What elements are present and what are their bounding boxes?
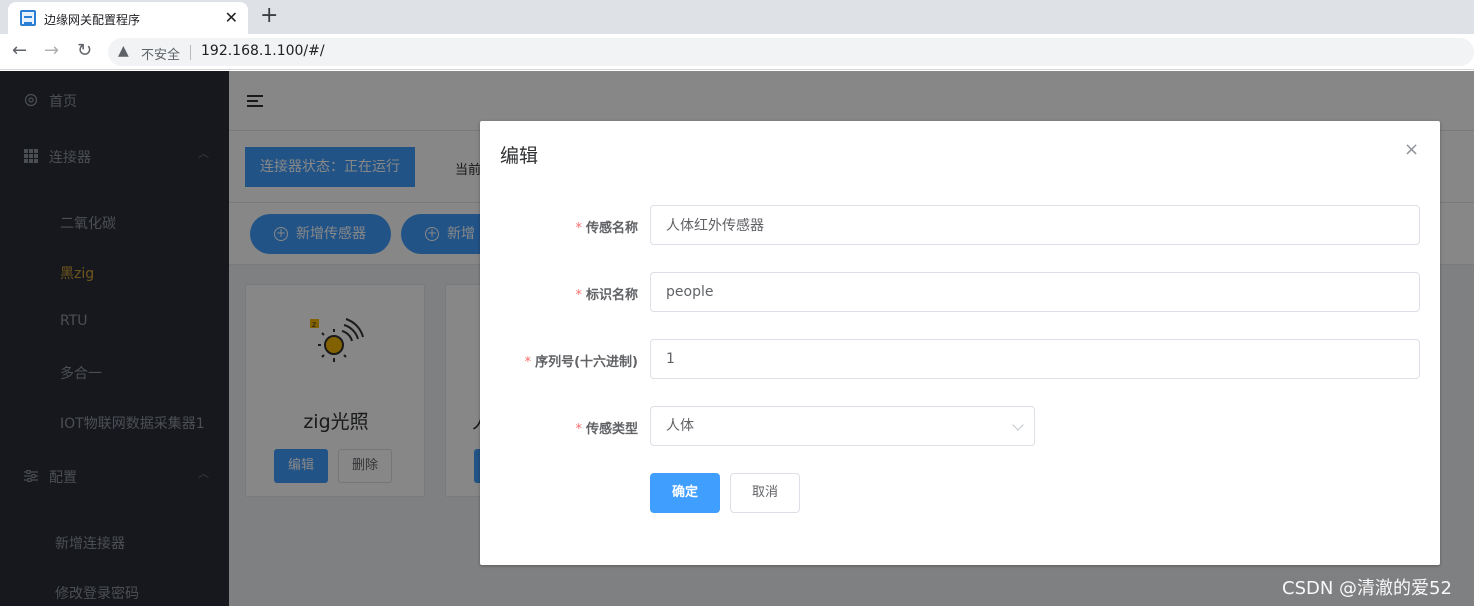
identifier-label-text: 标识名称 [585,288,638,303]
serial-label: * 序列号(十六进制) [480,351,638,370]
required-mark: * [575,221,582,236]
identifier-label: * 标识名称 [480,284,638,303]
cancel-button[interactable]: 取消 [730,473,800,513]
edit-dialog: 编辑 × *传感名称 *标识名称 *序列号(十六进制) *传感类型 人体 确定 … [480,121,1440,565]
browser-toolbar: ← → ↻ ▲ 不安全 192.168.1.100/#/ [0,34,1474,70]
reload-button[interactable]: ↻ [77,40,92,61]
security-label: 不安全 [141,48,181,63]
required-mark: * [524,355,532,370]
forward-button[interactable]: → [44,40,59,61]
chevron-down-icon [1012,419,1024,431]
sensor-type-select[interactable]: 人体 [650,406,1035,446]
sensor-type-label: * 传感类型 [480,418,638,437]
sensor-type-label-text: 传感类型 [585,422,638,437]
dialog-title: 编辑 [500,145,539,167]
close-icon[interactable]: × [1404,139,1419,160]
tab-close-icon[interactable]: ✕ [225,8,238,27]
warning-icon: ▲ [118,43,129,59]
url-text[interactable]: 192.168.1.100/#/ [201,43,325,59]
sensor-name-input[interactable] [650,205,1420,245]
serial-label-text: 序列号(十六进制) [535,355,638,370]
identifier-input[interactable] [650,272,1420,312]
watermark: CSDN @清澈的爱52 [1282,578,1452,599]
sensor-type-value: 人体 [666,418,694,434]
divider [190,45,191,60]
new-tab-button[interactable]: + [260,3,278,28]
required-mark: * [575,288,582,303]
confirm-button[interactable]: 确定 [650,473,720,513]
sensor-name-label: * 传感名称 [480,217,638,236]
address-bar[interactable]: ▲ 不安全 192.168.1.100/#/ [108,38,1474,66]
required-mark: * [575,422,582,437]
browser-tabstrip: 边缘网关配置程序 ✕ + [0,0,1474,34]
favicon-icon [20,10,36,26]
sensor-name-label-text: 传感名称 [585,221,638,236]
back-button[interactable]: ← [12,40,27,61]
browser-tab[interactable]: 边缘网关配置程序 ✕ [8,2,248,34]
serial-input[interactable] [650,339,1420,379]
tab-title: 边缘网关配置程序 [44,13,141,27]
